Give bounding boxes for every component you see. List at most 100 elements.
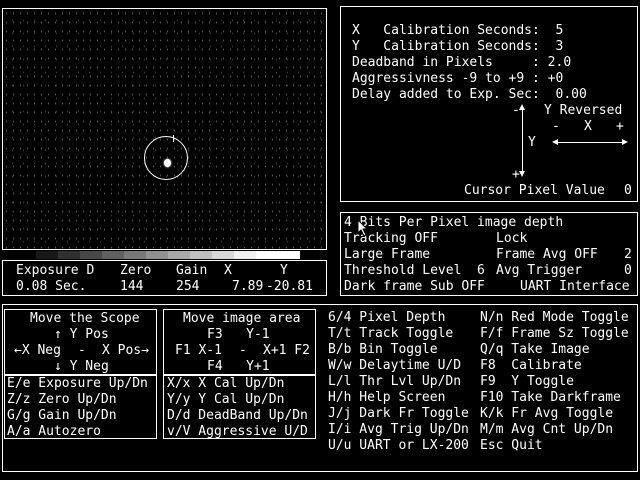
scope-up-key[interactable]: ↑ Y Pos bbox=[54, 327, 109, 343]
calibration-panel: X Calibration Seconds: 5 Y Calibration S… bbox=[340, 6, 638, 202]
scope-dash: - bbox=[78, 343, 86, 358]
key-red-mode[interactable]: N/n Red Mode Toggle bbox=[480, 310, 629, 326]
frame-avg-value: 2 bbox=[624, 247, 632, 262]
key-autozero[interactable]: A/a Autozero bbox=[7, 424, 101, 440]
calibration-keys-box: X/x X Cal Up/Dn Y/y Y Cal Up/Dn D/d Dead… bbox=[163, 375, 316, 439]
x-calibration-seconds: X Calibration Seconds: 5 bbox=[352, 23, 564, 38]
threshold-level: Threshold Level 6 bbox=[344, 263, 485, 278]
move-image-title: Move image area bbox=[183, 311, 301, 326]
grayscale-swatch bbox=[80, 251, 102, 259]
grayscale-swatch bbox=[14, 251, 36, 259]
image-down-key[interactable]: F4 Y+1 bbox=[207, 359, 270, 375]
key-y-toggle[interactable]: F9 Y Toggle bbox=[480, 374, 629, 390]
scope-left-key[interactable]: ←X Neg bbox=[14, 343, 61, 359]
image-noise bbox=[3, 9, 326, 249]
grayscale-swatch bbox=[278, 251, 300, 259]
frame-avg-status: Frame Avg OFF bbox=[496, 247, 598, 262]
readout-header-zero: Zero bbox=[120, 263, 152, 278]
frame-size-status: Large Frame bbox=[344, 247, 431, 262]
mouse-pointer-icon bbox=[358, 220, 368, 236]
y-axis-line bbox=[522, 109, 523, 171]
key-bin-toggle[interactable]: B/b Bin Toggle bbox=[328, 342, 469, 358]
scope-down-key[interactable]: ↓ Y Neg bbox=[54, 359, 109, 375]
deadband-pixels: Deadband in Pixels : 2.0 bbox=[352, 55, 572, 70]
dark-frame-status: Dark frame Sub OFF bbox=[344, 279, 485, 294]
key-exposure[interactable]: E/e Exposure Up/Dn bbox=[7, 376, 148, 392]
key-deadband[interactable]: D/d DeadBand Up/Dn bbox=[167, 408, 308, 424]
image-right-key[interactable]: X+1 F2 bbox=[263, 343, 310, 359]
move-image-box: Move image area F3 Y-1 F1 X-1 - X+1 F2 F… bbox=[163, 309, 316, 375]
avg-trigger-status: Avg Trigger bbox=[496, 263, 583, 278]
grayscale-swatch bbox=[146, 251, 168, 259]
readout-value-y: -20.81 bbox=[266, 279, 313, 294]
key-quit[interactable]: Esc Quit bbox=[480, 438, 629, 454]
image-dash: - bbox=[239, 343, 247, 358]
readout-value-x: 7.89 bbox=[232, 279, 264, 294]
key-take-image[interactable]: Q/q Take Image bbox=[480, 342, 629, 358]
status-panel: 4 Bits Per Pixel image depth Tracking OF… bbox=[340, 212, 638, 296]
key-uart-lx200[interactable]: U/u UART or LX-200 bbox=[328, 438, 469, 454]
key-take-darkframe[interactable]: F10 Take Darkframe bbox=[480, 390, 629, 406]
key-x-cal[interactable]: X/x X Cal Up/Dn bbox=[167, 376, 284, 392]
key-frame-size[interactable]: F/f Frame Sz Toggle bbox=[480, 326, 629, 342]
grayscale-swatch bbox=[256, 251, 278, 259]
key-delaytime[interactable]: W/w Delaytime U/D bbox=[328, 358, 469, 374]
key-help-screen[interactable]: H/h Help Screen bbox=[328, 390, 469, 406]
key-track-toggle[interactable]: T/t Track Toggle bbox=[328, 326, 469, 342]
lock-status: Lock bbox=[496, 231, 528, 246]
avg-trigger-value: 0 bbox=[624, 263, 632, 278]
grayscale-swatch bbox=[190, 251, 212, 259]
image-left-key[interactable]: F1 X-1 bbox=[175, 343, 222, 359]
cursor-pixel-label: Cursor Pixel Value bbox=[464, 183, 605, 198]
readout-header-gain: Gain bbox=[176, 263, 208, 278]
key-aggressive[interactable]: v/V Aggressive U/D bbox=[167, 424, 308, 440]
grayscale-swatch bbox=[124, 251, 146, 259]
grayscale-swatch bbox=[212, 251, 234, 259]
command-keys-column-4: N/n Red Mode Toggle F/f Frame Sz Toggle … bbox=[480, 310, 629, 454]
key-threshold-level[interactable]: L/l Thr Lvl Up/Dn bbox=[328, 374, 469, 390]
key-frame-avg-toggle[interactable]: K/k Fr Avg Toggle bbox=[480, 406, 629, 422]
y-axis-down-arrowhead bbox=[519, 171, 525, 177]
uart-status: UART Interface bbox=[520, 279, 630, 294]
scope-right-key[interactable]: X Pos→ bbox=[102, 343, 149, 359]
key-pixel-depth[interactable]: 6/4 Pixel Depth bbox=[328, 310, 469, 326]
bits-per-pixel: 4 Bits Per Pixel image depth bbox=[344, 215, 564, 230]
grayscale-swatch bbox=[234, 251, 256, 259]
grayscale-bar bbox=[14, 251, 300, 259]
grayscale-swatch bbox=[36, 251, 58, 259]
grayscale-swatch bbox=[102, 251, 124, 259]
image-panel[interactable] bbox=[2, 8, 327, 250]
key-y-cal[interactable]: Y/y Y Cal Up/Dn bbox=[167, 392, 284, 408]
cursor-pixel-value: 0 bbox=[624, 183, 632, 198]
command-keys-column-3: 6/4 Pixel Depth T/t Track Toggle B/b Bin… bbox=[328, 310, 469, 454]
reticle-tick bbox=[173, 135, 174, 142]
key-avg-trigger[interactable]: I/i Avg Trig Up/Dn bbox=[328, 422, 469, 438]
readout-header-x: X bbox=[224, 263, 232, 278]
grayscale-swatch bbox=[168, 251, 190, 259]
y-axis-label: Y bbox=[528, 135, 536, 150]
key-zero[interactable]: Z/z Zero Up/Dn bbox=[7, 392, 117, 408]
readout-value-exposure: 0.08 Sec. bbox=[16, 279, 87, 294]
star-blob bbox=[164, 159, 171, 167]
x-axis-line bbox=[555, 142, 623, 143]
readout-value-gain: 254 bbox=[176, 279, 200, 294]
aggressiveness: Aggressivness -9 to +9 : +0 bbox=[352, 71, 564, 86]
key-calibrate[interactable]: F8 Calibrate bbox=[480, 358, 629, 374]
y-reversed-label: Y Reversed bbox=[544, 103, 623, 118]
readout-header-y: Y bbox=[280, 263, 288, 278]
reticle-circle[interactable] bbox=[144, 136, 188, 180]
readout-header-exposure: Exposure D bbox=[16, 263, 95, 278]
key-avg-count[interactable]: M/m Avg Cnt Up/Dn bbox=[480, 422, 629, 438]
y-calibration-seconds: Y Calibration Seconds: 3 bbox=[352, 39, 564, 54]
delay-exposure: Delay added to Exp. Sec: 0.00 bbox=[352, 87, 587, 102]
key-dark-frame-toggle[interactable]: J/j Dark Fr Toggle bbox=[328, 406, 469, 422]
x-axis-left-arrowhead bbox=[552, 139, 558, 145]
exposure-keys-box: E/e Exposure Up/Dn Z/z Zero Up/Dn G/g Ga… bbox=[4, 375, 157, 439]
key-gain[interactable]: G/g Gain Up/Dn bbox=[7, 408, 117, 424]
move-scope-title: Move the Scope bbox=[30, 311, 140, 326]
readout-panel: Exposure D Zero Gain X Y 0.08 Sec. 144 2… bbox=[2, 260, 327, 296]
x-axis-minus-label: - bbox=[552, 119, 560, 134]
x-axis-right-arrowhead bbox=[622, 139, 628, 145]
image-up-key[interactable]: F3 Y-1 bbox=[207, 327, 270, 343]
x-axis-plus-label: + bbox=[616, 119, 624, 134]
